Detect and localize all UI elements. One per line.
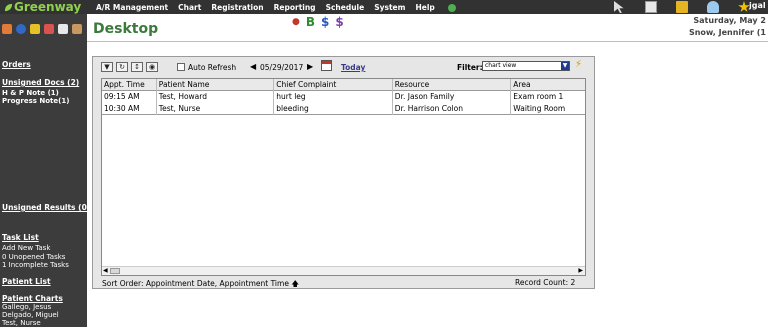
header-date: Saturday, May 2	[693, 16, 766, 25]
greenway-logo: Greenway	[4, 0, 81, 14]
today-link[interactable]: Today	[341, 63, 365, 72]
flag-icon[interactable]	[30, 24, 40, 34]
sort-order-text: Sort Order: Appointment Date, Appointmen…	[102, 278, 299, 291]
main-menu: A/R Management Chart Registration Report…	[96, 0, 476, 14]
logo-text: Greenway	[14, 0, 82, 14]
appointments-table: Appt. Time Patient Name Chief Complaint …	[101, 78, 586, 276]
cell-chief-complaint: hurt leg	[274, 91, 393, 103]
sidebar-unsigned-docs[interactable]: Unsigned Docs (2)	[2, 78, 79, 87]
sidebar-patient-list[interactable]: Patient List	[2, 277, 51, 286]
pill-icon[interactable]	[44, 24, 54, 34]
sidebar-chart-gallego[interactable]: Gallego, Jesus	[2, 303, 51, 311]
menu-reporting[interactable]: Reporting	[274, 3, 316, 12]
scroll-left-icon[interactable]: ◀	[103, 267, 108, 274]
dollar-purple-icon[interactable]: $	[335, 15, 343, 29]
sort-up-arrow-icon[interactable]: 🡅	[291, 279, 299, 288]
cell-patient-name: Test, Howard	[157, 91, 275, 103]
table-header-row: Appt. Time Patient Name Chief Complaint …	[102, 79, 585, 91]
cell-resource: Dr. Harrison Colon	[393, 103, 512, 115]
horizontal-scrollbar[interactable]: ◀ ▶	[102, 266, 585, 275]
sidebar-unopened-tasks[interactable]: 0 Unopened Tasks	[2, 253, 65, 261]
table-row[interactable]: 09:15 AM Test, Howard hurt leg Dr. Jason…	[102, 91, 585, 103]
table-row[interactable]: 10:30 AM Test, Nurse bleeding Dr. Harris…	[102, 103, 585, 115]
sidebar-doc-progress-note[interactable]: Progress Note(1)	[2, 97, 69, 105]
refresh-icon[interactable]: ↻	[116, 62, 128, 72]
filter-label: Filter:	[457, 63, 483, 72]
prev-date-icon[interactable]: ◀	[250, 62, 256, 71]
tools-icon[interactable]	[2, 24, 12, 34]
menu-system[interactable]: System	[374, 3, 405, 12]
auto-refresh-checkbox[interactable]	[177, 63, 185, 71]
menu-schedule[interactable]: Schedule	[326, 3, 365, 12]
menu-help-label: Help	[415, 2, 435, 12]
lightning-icon[interactable]: ⚡	[575, 59, 582, 70]
header-icon-group: ● B $ $	[292, 15, 350, 29]
auto-refresh-label: Auto Refresh	[188, 63, 237, 72]
record-count: Record Count: 2	[515, 278, 576, 287]
cell-area: Waiting Room	[513, 104, 566, 113]
sidebar-task-list[interactable]: Task List	[2, 233, 39, 242]
col-area[interactable]: Area	[511, 79, 585, 91]
filter-value: chart view	[485, 62, 517, 69]
col-resource[interactable]: Resource	[393, 79, 512, 91]
page-title: Desktop	[93, 21, 159, 37]
header-user: Snow, Jennifer (1	[688, 28, 766, 37]
schedule-toolbar: ▼ ↻ ↕ ◉ Auto Refresh ◀ 05/29/2017 ▶ Toda…	[93, 57, 594, 77]
page-header: Desktop ● B $ $ Saturday, May 2 Snow, Je…	[87, 14, 768, 42]
sidebar: Orders Unsigned Docs (2) H & P Note (1) …	[0, 14, 87, 327]
billing-b-icon[interactable]: B	[306, 15, 315, 29]
chevron-down-icon[interactable]: ▼	[561, 62, 569, 70]
menu-ar-management[interactable]: A/R Management	[96, 3, 168, 12]
folder-icon[interactable]	[676, 1, 688, 13]
sidebar-orders[interactable]: Orders	[2, 60, 31, 69]
pills-icon[interactable]: ●	[292, 17, 300, 27]
cloud-icon[interactable]	[707, 1, 719, 13]
cell-appt-time: 09:15 AM	[102, 91, 157, 103]
sidebar-unsigned-results[interactable]: Unsigned Results (0)	[2, 203, 87, 212]
leaf-icon	[4, 3, 13, 11]
dropdown-icon[interactable]: ▼	[101, 62, 113, 72]
people-icon[interactable]	[72, 24, 82, 34]
sort-icon[interactable]: ↕	[131, 62, 143, 72]
dollar-blue-icon[interactable]: $	[321, 15, 329, 29]
info-icon[interactable]	[16, 24, 26, 34]
filter-select[interactable]: chart view ▼	[482, 61, 570, 71]
sidebar-icon-row	[2, 24, 86, 34]
sidebar-doc-hp-note[interactable]: H & P Note (1)	[2, 89, 59, 97]
menu-help[interactable]: Help	[415, 3, 465, 12]
cursor-icon[interactable]	[614, 1, 624, 13]
sidebar-patient-charts[interactable]: Patient Charts	[2, 294, 63, 303]
sidebar-chart-test-nurse[interactable]: Test, Nurse	[2, 319, 41, 327]
camera-icon[interactable]: ◉	[146, 62, 158, 72]
menu-chart[interactable]: Chart	[178, 3, 201, 12]
menu-registration[interactable]: Registration	[211, 3, 263, 12]
col-patient-name[interactable]: Patient Name	[157, 79, 275, 91]
calendar-icon[interactable]	[321, 60, 332, 71]
sidebar-incomplete-tasks[interactable]: 1 Incomplete Tasks	[2, 261, 69, 269]
cell-chief-complaint: bleeding	[274, 103, 393, 115]
schedule-panel: ▼ ↻ ↕ ◉ Auto Refresh ◀ 05/29/2017 ▶ Toda…	[92, 56, 595, 289]
cell-resource: Dr. Jason Family	[393, 91, 512, 103]
scrollbar-thumb[interactable]	[110, 268, 120, 274]
sort-order-label: Sort Order: Appointment Date, Appointmen…	[102, 279, 289, 288]
top-user-name: jgal	[749, 1, 766, 10]
cell-area: Exam room 1	[513, 92, 564, 101]
col-appt-time[interactable]: Appt. Time	[102, 79, 157, 91]
document-icon[interactable]	[58, 24, 68, 34]
notes-icon[interactable]	[645, 1, 657, 13]
cell-appt-time: 10:30 AM	[102, 103, 157, 115]
top-menu-bar: Greenway A/R Management Chart Registrati…	[0, 0, 768, 14]
schedule-date: 05/29/2017	[260, 63, 304, 72]
top-icon-group	[614, 1, 768, 13]
sidebar-add-task[interactable]: Add New Task	[2, 244, 50, 252]
help-icon	[447, 3, 456, 12]
cell-patient-name: Test, Nurse	[157, 103, 275, 115]
scroll-right-icon[interactable]: ▶	[578, 267, 583, 274]
sidebar-chart-delgado[interactable]: Delgado, Miguel	[2, 311, 59, 319]
next-date-icon[interactable]: ▶	[307, 62, 313, 71]
col-chief-complaint[interactable]: Chief Complaint	[274, 79, 393, 91]
